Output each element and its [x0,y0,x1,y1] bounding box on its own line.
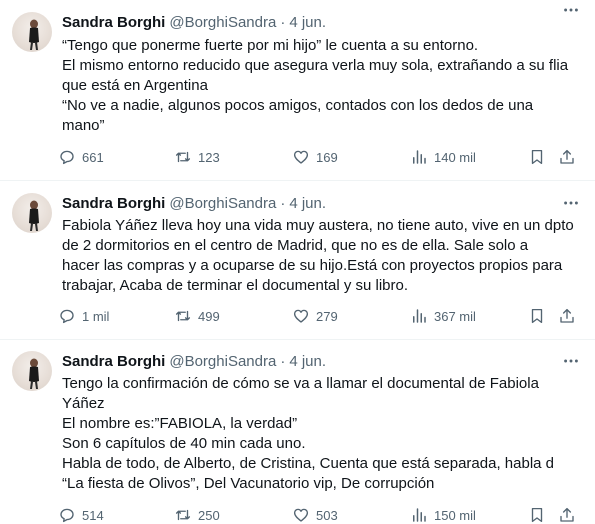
retweet-arrows-icon [175,509,191,521]
tweet-date[interactable]: 4 jun. [289,14,326,31]
tweet-actions: 661 123 169 140 mil [58,147,581,167]
share-upload-icon [560,149,574,164]
tweet-text-line: que está en Argentina [62,77,208,94]
heart-icon [293,150,309,164]
bookmark-icon [531,149,543,165]
tweet-text: “Tengo que ponerme fuerte por mi hijo” l… [62,36,582,136]
tweet-text-line: “Tengo que ponerme fuerte por mi hijo” l… [62,37,479,54]
more-dots-icon[interactable] [561,193,581,213]
bookmark-icon [531,507,543,523]
retweet-count: 499 [198,308,220,324]
tweet-text-line: trabajar, Acaba de terminar el documenta… [62,277,409,294]
retweet-arrows-icon [175,310,191,322]
tweet[interactable]: Sandra Borghi @BorghiSandra · 4 jun. Ten… [0,340,595,524]
separator-dot: · [280,352,286,370]
share-upload-icon [560,507,574,522]
tweet-date[interactable]: 4 jun. [289,353,326,370]
bar-chart-icon [413,309,426,323]
more-dots-icon[interactable] [561,0,581,20]
tweet-text-line: hacer las compras y a ocuparse de su hij… [62,257,563,274]
tweet[interactable]: Sandra Borghi @BorghiSandra · 4 jun. Fab… [0,181,595,340]
speech-bubble-icon [60,150,74,165]
reply-button[interactable]: 514 [58,506,104,524]
author-handle[interactable]: @BorghiSandra [169,14,276,31]
avatar-photo [29,358,39,389]
reply-count: 1 mil [82,308,110,324]
tweet-actions: 1 mil 499 279 367 mil [58,306,581,326]
speech-bubble-icon [60,309,74,324]
views-button[interactable]: 367 mil [410,307,476,325]
views-count: 367 mil [434,308,476,324]
share-button[interactable] [558,148,576,166]
author-name[interactable]: Sandra Borghi [62,14,165,31]
tweet-text-line: mano” [62,117,105,134]
like-button[interactable]: 279 [292,307,338,325]
author-handle[interactable]: @BorghiSandra [169,353,276,370]
author-name[interactable]: Sandra Borghi [62,353,165,370]
tweet-text-line: Fabiola Yáñez lleva hoy una vida muy aus… [62,217,574,234]
retweet-count: 250 [198,507,220,523]
retweet-button[interactable]: 499 [174,307,220,325]
bookmark-button[interactable] [528,307,546,325]
tweet[interactable]: Sandra Borghi @BorghiSandra · 4 jun. “Te… [0,0,595,181]
tweet-text: Fabiola Yáñez lleva hoy una vida muy aus… [62,216,582,296]
bookmark-button[interactable] [528,506,546,524]
author-handle[interactable]: @BorghiSandra [169,195,276,212]
avatar[interactable] [12,12,52,52]
views-count: 150 mil [434,507,476,523]
tweet-text-line: Tengo la confirmación de cómo se va a ll… [62,375,539,392]
retweet-count: 123 [198,149,220,165]
bar-chart-icon [413,150,426,164]
reply-count: 661 [82,149,104,165]
avatar-photo [29,200,39,231]
tweet-feed: Sandra Borghi @BorghiSandra · 4 jun. “Te… [0,0,595,524]
author-name[interactable]: Sandra Borghi [62,195,165,212]
reply-button[interactable]: 1 mil [58,307,109,325]
bookmark-button[interactable] [528,148,546,166]
like-count: 503 [316,507,338,523]
more-dots-icon[interactable] [561,351,581,371]
heart-icon [293,508,309,522]
like-button[interactable]: 169 [292,148,338,166]
reply-button[interactable]: 661 [58,148,104,166]
views-button[interactable]: 150 mil [410,506,476,524]
bookmark-icon [531,308,543,324]
tweet-text-line: de 2 dormitorios en el centro de Madrid,… [62,237,529,254]
avatar-photo [29,19,39,50]
separator-dot: · [280,13,286,31]
tweet-text-line: “La fiesta de Olivos”, Del Vacunatorio v… [62,475,435,492]
views-count: 140 mil [434,149,476,165]
tweet-text-line: Son 6 capítulos de 40 min cada uno. [62,435,306,452]
tweet-actions: 514 250 503 150 mil [58,505,581,524]
views-button[interactable]: 140 mil [410,148,476,166]
avatar[interactable] [12,193,52,233]
tweet-text-line: El nombre es:”FABIOLA, la verdad” [62,415,298,432]
heart-icon [293,309,309,323]
like-button[interactable]: 503 [292,506,338,524]
like-count: 279 [316,308,338,324]
tweet-header: Sandra Borghi @BorghiSandra · 4 jun. [62,351,583,371]
share-button[interactable] [558,506,576,524]
separator-dot: · [280,194,286,212]
speech-bubble-icon [60,508,74,523]
like-count: 169 [316,149,338,165]
tweet-text: Tengo la confirmación de cómo se va a ll… [62,374,582,494]
share-button[interactable] [558,307,576,325]
share-upload-icon [560,308,574,323]
tweet-date[interactable]: 4 jun. [289,195,326,212]
retweet-arrows-icon [175,151,191,163]
retweet-button[interactable]: 250 [174,506,220,524]
bar-chart-icon [413,508,426,522]
avatar[interactable] [12,351,52,391]
retweet-button[interactable]: 123 [174,148,220,166]
tweet-header: Sandra Borghi @BorghiSandra · 4 jun. [62,193,583,213]
tweet-text-line: Yáñez [62,395,105,412]
reply-count: 514 [82,507,104,523]
tweet-text-line: “No ve a nadie, algunos pocos amigos, co… [62,97,534,114]
tweet-text-line: Habla de todo, de Alberto, de Cristina, … [62,455,555,472]
tweet-header: Sandra Borghi @BorghiSandra · 4 jun. [62,12,583,32]
tweet-text-line: El mismo entorno reducido que asegura ve… [62,57,569,74]
